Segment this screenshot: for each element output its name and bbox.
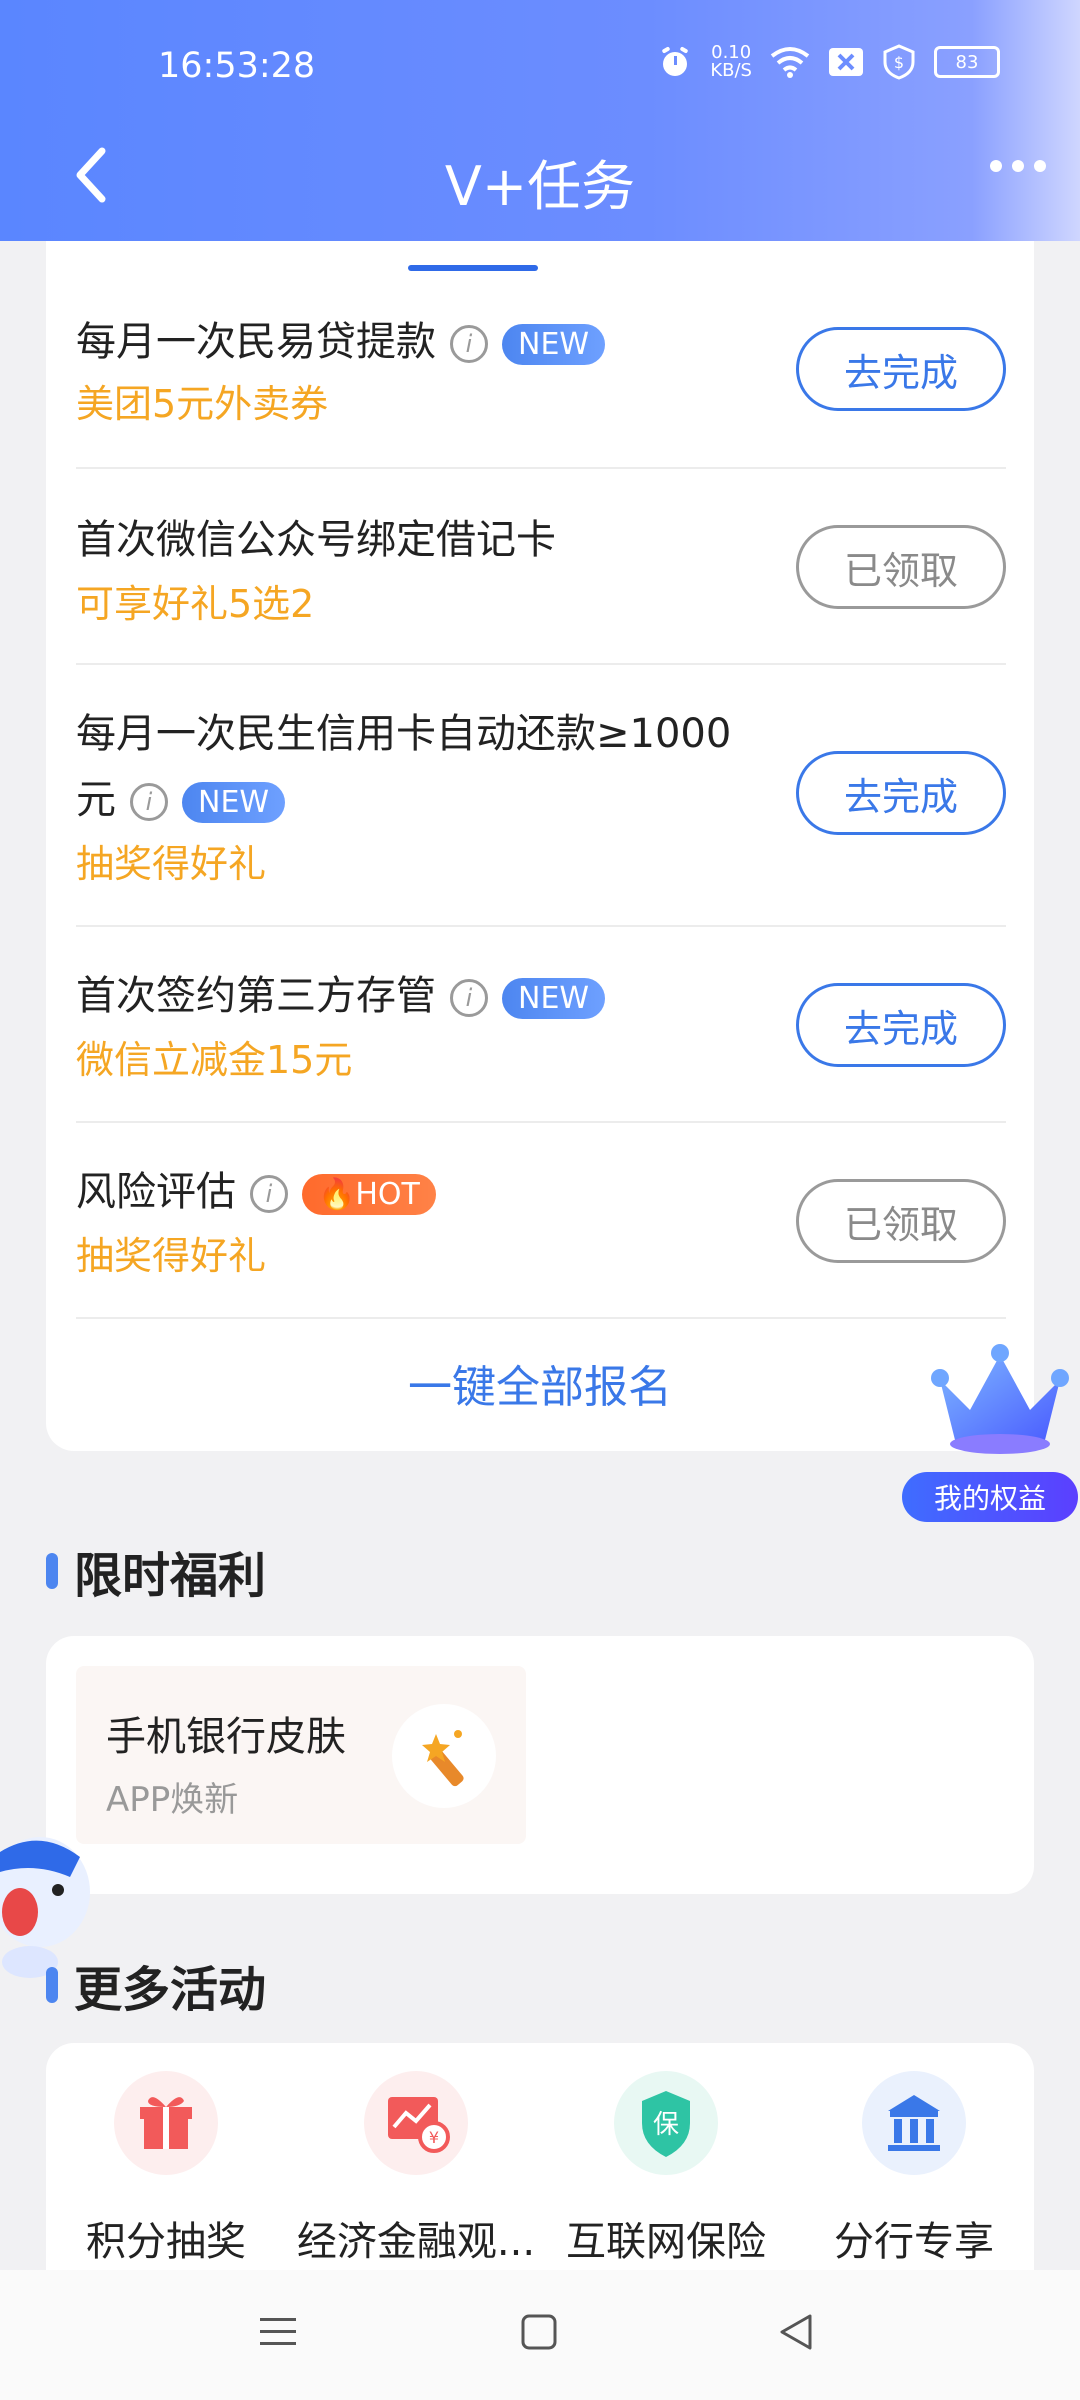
system-navbar: [0, 2270, 1080, 2400]
task-title-line1: 每月一次民生信用卡自动还款≥1000: [76, 711, 732, 757]
claimed-button[interactable]: 已领取: [796, 525, 1006, 609]
task-title: 首次微信公众号绑定借记卡: [76, 517, 556, 563]
task-card: 每月一次民易贷提款 i NEW 美团5元外卖券 去完成 首次微信公众号绑定借记卡 可…: [46, 241, 1034, 1451]
crown-icon[interactable]: [925, 1340, 1075, 1460]
skin-title: 手机银行皮肤: [106, 1714, 346, 1760]
shield-icon: 保: [614, 2071, 718, 2175]
alarm-icon: [662, 46, 689, 76]
gift-icon: [114, 2071, 218, 2175]
magic-wand-icon: [392, 1704, 496, 1808]
section-title: 限时福利: [74, 1548, 267, 1604]
svg-text:$: $: [894, 53, 904, 72]
welfare-card: 手机银行皮肤 APP焕新: [46, 1636, 1034, 1894]
security-shield-icon: $: [883, 44, 915, 80]
task-reward: 可享好礼5选2: [76, 582, 315, 626]
task-title-line2: 元: [76, 777, 116, 823]
info-icon[interactable]: i: [250, 1175, 288, 1213]
complete-button[interactable]: 去完成: [796, 327, 1006, 411]
task-title: 首次签约第三方存管: [76, 973, 436, 1019]
bank-icon: [862, 2071, 966, 2175]
activity-branch-exclusive[interactable]: 分行专享: [794, 2071, 1034, 2267]
task-row: 风险评估 i 🔥HOT 抽奖得好礼 已领取: [76, 1123, 1006, 1319]
wifi-icon: [770, 47, 810, 78]
chart-coin-icon: ¥: [364, 2071, 468, 2175]
task-reward: 美团5元外卖券: [76, 382, 329, 426]
fire-icon: 🔥: [318, 1176, 356, 1212]
page-title: V+任务: [444, 155, 636, 218]
task-reward: 微信立减金15元: [76, 1038, 353, 1082]
active-tab-indicator: [408, 265, 538, 271]
status-icons: 0.10 KB/S $ 83: [658, 44, 1000, 80]
activity-label: 互联网保险: [566, 2219, 766, 2265]
section-more-activities: 更多活动: [46, 1950, 266, 2020]
task-row: 每月一次民易贷提款 i NEW 美团5元外卖券 去完成: [76, 277, 1006, 469]
activity-label: 积分抽奖: [86, 2219, 246, 2265]
task-title: 每月一次民易贷提款: [76, 319, 436, 365]
task-reward: 抽奖得好礼: [76, 1234, 267, 1278]
activity-internet-insurance[interactable]: 保 互联网保险: [546, 2071, 786, 2267]
complete-button[interactable]: 去完成: [796, 751, 1006, 835]
task-reward: 抽奖得好礼: [76, 842, 267, 886]
task-row: 每月一次民生信用卡自动还款≥1000 元 i NEW 抽奖得好礼 去完成: [76, 665, 1006, 927]
no-sim-icon: [829, 48, 863, 76]
task-title: 风险评估: [76, 1169, 236, 1215]
skin-item[interactable]: 手机银行皮肤 APP焕新: [76, 1666, 526, 1844]
net-speed: 0.10 KB/S: [710, 42, 752, 81]
activity-label: 经济金融观...: [296, 2219, 536, 2265]
enroll-all-button[interactable]: 一键全部报名: [46, 1351, 1034, 1415]
task-row: 首次签约第三方存管 i NEW 微信立减金15元 去完成: [76, 927, 1006, 1123]
activity-economics[interactable]: ¥ 经济金融观...: [296, 2071, 536, 2267]
new-badge: NEW: [182, 781, 286, 823]
activity-points-lottery[interactable]: 积分抽奖: [46, 2071, 286, 2267]
my-rights-button[interactable]: 我的权益: [902, 1472, 1078, 1522]
section-title: 更多活动: [74, 1962, 267, 2018]
info-icon[interactable]: i: [130, 783, 168, 821]
activity-label: 分行专享: [834, 2219, 994, 2265]
home-icon[interactable]: [519, 2312, 559, 2352]
activities-card: 积分抽奖 ¥ 经济金融观... 保 互联网保险 分行专享: [46, 2043, 1034, 2273]
info-icon[interactable]: i: [450, 325, 488, 363]
svg-text:¥: ¥: [429, 2128, 439, 2147]
skin-subtitle: APP焕新: [106, 1780, 239, 1820]
new-badge: NEW: [502, 323, 606, 365]
menu-icon[interactable]: [258, 2312, 298, 2352]
task-row: 首次微信公众号绑定借记卡 可享好礼5选2 已领取: [76, 469, 1006, 665]
info-icon[interactable]: i: [450, 979, 488, 1017]
status-time: 16:53:28: [158, 46, 316, 86]
hot-badge: 🔥HOT: [302, 1173, 436, 1215]
more-options-icon[interactable]: [990, 160, 1046, 172]
section-limited-welfare: 限时福利: [46, 1536, 266, 1606]
complete-button[interactable]: 去完成: [796, 983, 1006, 1067]
claimed-button[interactable]: 已领取: [796, 1179, 1006, 1263]
battery-indicator: 83: [934, 46, 1000, 78]
new-badge: NEW: [502, 977, 606, 1019]
svg-text:保: 保: [653, 2110, 679, 2140]
header: 16:53:28 0.10 KB/S $ 83 V+任务: [0, 0, 1080, 241]
back-nav-icon[interactable]: [776, 2312, 816, 2352]
